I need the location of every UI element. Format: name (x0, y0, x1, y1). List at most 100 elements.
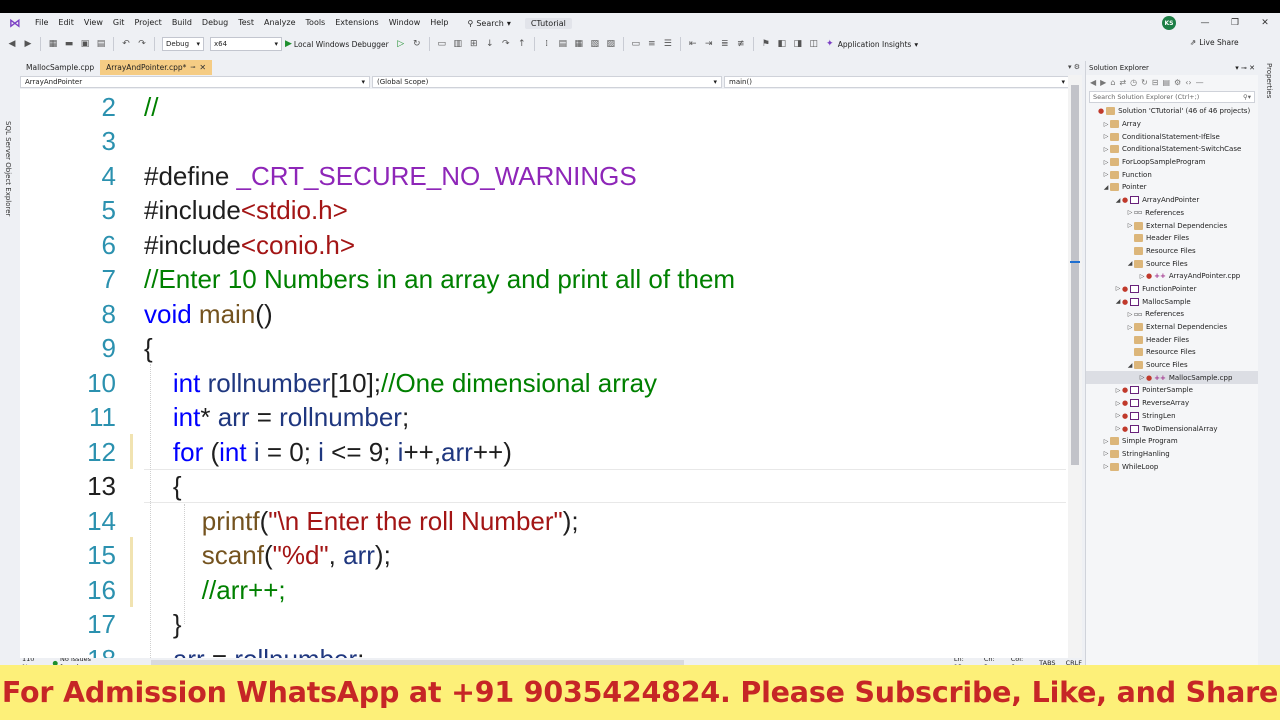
collapsed-caret-icon[interactable]: ▷ (1114, 425, 1122, 432)
menu-item-build[interactable]: Build (167, 13, 197, 33)
toolbar-tool-icon[interactable]: ▦ (573, 38, 585, 50)
tree-node[interactable]: ▷ ConditionalStatement-SwitchCase (1086, 143, 1258, 156)
collapsed-caret-icon[interactable]: ▷ (1102, 146, 1110, 153)
tree-node[interactable]: ▷ ForLoopSampleProgram (1086, 156, 1258, 169)
menu-item-view[interactable]: View (79, 13, 108, 33)
menu-item-project[interactable]: Project (129, 13, 166, 33)
menu-item-edit[interactable]: Edit (53, 13, 79, 33)
code-line[interactable]: 12 for (int i = 0; i <= 9; i++,arr++) (20, 435, 1068, 470)
comment-icon[interactable]: ≣ (719, 38, 731, 50)
tree-node[interactable]: ◢ ● ArrayAndPointer (1086, 194, 1258, 207)
collapse-all-icon[interactable]: ⊟ (1152, 78, 1159, 87)
refresh-icon[interactable]: ↻ (1141, 78, 1148, 87)
tab-arrayandpointer[interactable]: ArrayAndPointer.cpp* ⊸ ✕ (100, 60, 213, 75)
panel-controls-icon[interactable]: ▾ ⊸ ✕ (1235, 64, 1255, 72)
tree-node[interactable]: ▷ ● ReverseArray (1086, 397, 1258, 410)
code-line[interactable]: 3 (20, 125, 1068, 160)
tab-list-chevron-icon[interactable]: ▾ ⚙ (1068, 63, 1080, 71)
tree-node[interactable]: ▷ ● PointerSample (1086, 384, 1258, 397)
solution-search-input[interactable]: Search Solution Explorer (Ctrl+;) ⚲▾ (1089, 91, 1255, 103)
code-line[interactable]: 2 // (20, 90, 1068, 125)
collapsed-caret-icon[interactable]: ▷ (1126, 222, 1134, 229)
tree-node[interactable]: ▷ Simple Program (1086, 435, 1258, 448)
toolbar-tool-icon[interactable]: ▨ (605, 38, 617, 50)
toolbar-tool-icon[interactable]: ▥ (452, 38, 464, 50)
restore-icon[interactable]: ❐ (1220, 13, 1250, 33)
minimize-icon[interactable]: — (1190, 13, 1220, 33)
code-editor[interactable]: 2 // 3 4 #define _CRT_SECURE_NO_WARNINGS 5 #in… (20, 89, 1068, 658)
code-line[interactable]: 9{ (20, 332, 1068, 367)
expanded-caret-icon[interactable]: ◢ (1102, 184, 1110, 191)
tree-node[interactable]: ▷ WhileLoop (1086, 460, 1258, 473)
tree-node[interactable]: ▷ ● ++ ArrayAndPointer.cpp (1086, 270, 1258, 283)
collapsed-caret-icon[interactable]: ▷ (1126, 311, 1134, 318)
sql-server-object-explorer-tab[interactable]: SQL Server Object Explorer (4, 121, 12, 216)
save-all-icon[interactable]: ▤ (95, 38, 107, 50)
tree-node[interactable]: ▷ ● TwoDimensionalArray (1086, 422, 1258, 435)
vertical-scrollbar[interactable] (1068, 75, 1082, 665)
toolbar-tool-icon[interactable]: ▭ (436, 38, 448, 50)
run-button-label[interactable]: Local Windows Debugger (294, 40, 389, 49)
collapsed-caret-icon[interactable]: ▷ (1126, 324, 1134, 331)
tree-node[interactable]: Resource Files (1086, 346, 1258, 359)
tree-node[interactable]: Resource Files (1086, 245, 1258, 258)
tree-node[interactable]: ◢ Source Files (1086, 257, 1258, 270)
sync-icon[interactable]: ⇄ (1119, 78, 1126, 87)
platform-dropdown[interactable]: x64 ▾ (210, 37, 282, 51)
menu-item-file[interactable]: File (30, 13, 53, 33)
collapsed-caret-icon[interactable]: ▷ (1102, 463, 1110, 470)
tree-node[interactable]: Header Files (1086, 232, 1258, 245)
back-icon[interactable]: ◀ (1090, 78, 1096, 87)
live-share-button[interactable]: ⇗ Live Share (1190, 38, 1239, 47)
collapsed-caret-icon[interactable]: ▷ (1138, 374, 1146, 381)
collapsed-caret-icon[interactable]: ▷ (1102, 133, 1110, 140)
bookmark-prev-icon[interactable]: ◧ (776, 38, 788, 50)
code-line[interactable]: 7 //Enter 10 Numbers in an array and prin… (20, 263, 1068, 298)
forward-icon[interactable]: ▶ (22, 38, 34, 50)
home-icon[interactable]: ⌂ (1110, 78, 1115, 87)
forward-icon[interactable]: ▶ (1100, 78, 1106, 87)
properties-tab[interactable]: Properties (1265, 63, 1273, 98)
expanded-caret-icon[interactable]: ◢ (1114, 298, 1122, 305)
code-line[interactable]: 17 } (20, 608, 1068, 643)
save-icon[interactable]: ▣ (79, 38, 91, 50)
tree-node[interactable]: ▷ External Dependencies (1086, 321, 1258, 334)
outdent-icon[interactable]: ⇤ (687, 38, 699, 50)
collapsed-caret-icon[interactable]: ▷ (1102, 121, 1110, 128)
hot-reload-icon[interactable]: ↻ (411, 38, 423, 50)
scope-dropdown[interactable]: (Global Scope) ▾ (372, 76, 722, 88)
collapsed-caret-icon[interactable]: ▷ (1102, 438, 1110, 445)
code-line[interactable]: 5 #include<stdio.h> (20, 194, 1068, 229)
open-folder-icon[interactable]: ▬ (63, 38, 75, 50)
toolbar-tool-icon[interactable]: ☰ (662, 38, 674, 50)
menu-item-git[interactable]: Git (108, 13, 130, 33)
start-without-debugging-icon[interactable]: ▷ (395, 38, 407, 50)
show-all-files-icon[interactable]: ▤ (1162, 78, 1170, 87)
menu-item-tools[interactable]: Tools (301, 13, 331, 33)
code-line[interactable]: 11 int* arr = rollnumber; (20, 401, 1068, 436)
tree-node[interactable]: ▷ ▫▫ References (1086, 308, 1258, 321)
collapsed-caret-icon[interactable]: ▷ (1126, 209, 1134, 216)
step-over-icon[interactable]: ↷ (500, 38, 512, 50)
close-tab-icon[interactable]: ✕ (199, 63, 206, 72)
tree-node[interactable]: ▷ ● StringLen (1086, 410, 1258, 423)
tree-node[interactable]: ▷ ● ++ MallocSample.cpp (1086, 371, 1258, 385)
tree-node[interactable]: ◢ Source Files (1086, 359, 1258, 372)
code-line[interactable]: 6 #include<conio.h> (20, 228, 1068, 263)
tree-node[interactable]: ● Solution 'CTutorial' (46 of 46 projects… (1086, 105, 1258, 118)
toolbar-tool-icon[interactable]: ▭ (630, 38, 642, 50)
avatar[interactable]: KS (1162, 16, 1176, 30)
toolbar-tool-icon[interactable]: ⊞ (468, 38, 480, 50)
tree-node[interactable]: ▷ Array (1086, 118, 1258, 131)
collapsed-caret-icon[interactable]: ▷ (1114, 285, 1122, 292)
toolbar-tool-icon[interactable]: ≡ (646, 38, 658, 50)
minus-icon[interactable]: — (1196, 78, 1204, 87)
menu-item-window[interactable]: Window (384, 13, 426, 33)
member-dropdown[interactable]: main() ▾ (724, 76, 1070, 88)
new-project-icon[interactable]: ▦ (47, 38, 59, 50)
toolbar-tool-icon[interactable]: ▤ (557, 38, 569, 50)
code-line[interactable]: 8 void main() (20, 297, 1068, 332)
tree-node[interactable]: ▷ External Dependencies (1086, 219, 1258, 232)
expanded-caret-icon[interactable]: ◢ (1126, 260, 1134, 267)
project-dropdown[interactable]: ArrayAndPointer ▾ (20, 76, 370, 88)
